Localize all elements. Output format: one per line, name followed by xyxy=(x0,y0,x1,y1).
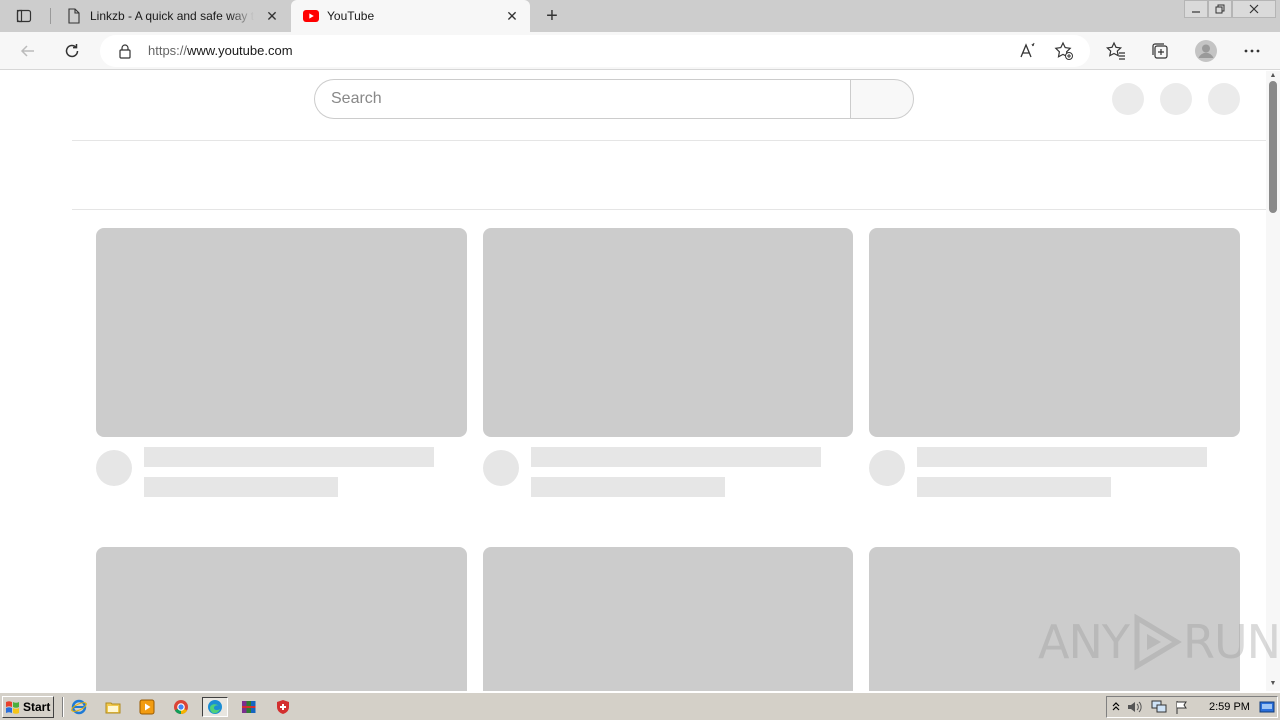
back-arrow-icon[interactable] xyxy=(16,39,40,63)
meta-placeholder xyxy=(917,477,1111,497)
tab-actions-icon[interactable] xyxy=(8,4,40,28)
title-placeholder xyxy=(531,447,821,467)
browser-tab-strip: Linkzb - A quick and safe way to ✕ YouTu… xyxy=(0,0,1280,32)
refresh-icon[interactable] xyxy=(60,39,84,63)
file-explorer-icon[interactable] xyxy=(102,697,124,717)
restore-button[interactable] xyxy=(1208,0,1232,18)
youtube-icon xyxy=(303,8,319,24)
meta-placeholder xyxy=(144,477,338,497)
winrar-icon[interactable] xyxy=(236,697,262,717)
play-triangle-icon xyxy=(1129,612,1183,672)
add-favorite-icon[interactable] xyxy=(1054,41,1074,66)
windows-taskbar: Start 2:59 PM xyxy=(0,692,1280,720)
action-center-flag-icon[interactable] xyxy=(1175,700,1189,719)
header-placeholder-button[interactable] xyxy=(1208,83,1240,115)
internet-explorer-icon[interactable] xyxy=(68,697,90,717)
tab-youtube[interactable]: YouTube ✕ xyxy=(291,0,530,32)
collections-icon[interactable] xyxy=(1148,39,1172,63)
tab-title: YouTube xyxy=(327,9,375,23)
close-tab-icon[interactable]: ✕ xyxy=(262,6,282,26)
tab-title: Linkzb - A quick and safe way to xyxy=(90,9,254,23)
minimize-button[interactable] xyxy=(1184,0,1208,18)
scroll-up-arrow-icon[interactable]: ▲ xyxy=(1268,71,1278,79)
clock[interactable]: 2:59 PM xyxy=(1209,701,1250,713)
anyrun-watermark: ANY RUN xyxy=(1038,612,1280,672)
media-player-icon[interactable] xyxy=(136,697,158,717)
read-aloud-icon[interactable] xyxy=(1018,41,1038,66)
close-tab-icon[interactable]: ✕ xyxy=(502,6,522,26)
volume-icon[interactable] xyxy=(1127,700,1143,719)
header-placeholder-button[interactable] xyxy=(1160,83,1192,115)
document-icon xyxy=(66,8,82,24)
new-tab-button[interactable]: + xyxy=(540,4,564,28)
thumbnail-placeholder xyxy=(483,228,853,437)
lock-icon[interactable] xyxy=(118,43,132,64)
title-placeholder xyxy=(144,447,434,467)
title-placeholder xyxy=(917,447,1207,467)
tab-separator xyxy=(50,8,51,24)
system-tray: 2:59 PM xyxy=(1106,696,1278,718)
tab-linkzb[interactable]: Linkzb - A quick and safe way to ✕ xyxy=(54,0,290,32)
divider xyxy=(72,209,1266,210)
url-text[interactable]: https://www.youtube.com xyxy=(148,43,293,58)
search-button[interactable] xyxy=(850,79,914,119)
favorites-icon[interactable] xyxy=(1104,39,1128,63)
browser-toolbar: https://www.youtube.com xyxy=(0,32,1280,70)
search-box[interactable] xyxy=(314,79,851,119)
more-options-icon[interactable] xyxy=(1240,39,1264,63)
channel-avatar-placeholder xyxy=(483,450,519,486)
youtube-page xyxy=(0,71,1266,691)
taskbar-separator xyxy=(62,697,64,717)
header-placeholder-button[interactable] xyxy=(1112,83,1144,115)
thumbnail-placeholder xyxy=(869,228,1240,437)
security-shield-icon[interactable] xyxy=(270,697,296,717)
channel-avatar-placeholder xyxy=(869,450,905,486)
profile-avatar[interactable] xyxy=(1194,39,1218,63)
close-window-button[interactable] xyxy=(1232,0,1276,18)
scroll-down-arrow-icon[interactable]: ▼ xyxy=(1268,679,1278,687)
search-input[interactable] xyxy=(331,89,831,109)
thumbnail-placeholder xyxy=(96,228,467,437)
show-desktop-icon[interactable] xyxy=(1259,700,1275,719)
channel-avatar-placeholder xyxy=(96,450,132,486)
chrome-icon[interactable] xyxy=(170,697,192,717)
scrollbar-thumb[interactable] xyxy=(1269,81,1277,213)
network-icon[interactable] xyxy=(1151,700,1167,719)
edge-icon[interactable] xyxy=(202,697,228,717)
thumbnail-placeholder xyxy=(483,547,853,691)
show-hidden-icons-icon[interactable] xyxy=(1111,700,1121,719)
thumbnail-placeholder xyxy=(96,547,467,691)
start-button[interactable]: Start xyxy=(2,696,54,718)
windows-flag-icon xyxy=(5,700,21,714)
divider xyxy=(72,140,1266,141)
meta-placeholder xyxy=(531,477,725,497)
address-bar[interactable]: https://www.youtube.com xyxy=(100,35,1090,67)
page-scrollbar[interactable]: ▲ ▼ xyxy=(1266,71,1280,691)
